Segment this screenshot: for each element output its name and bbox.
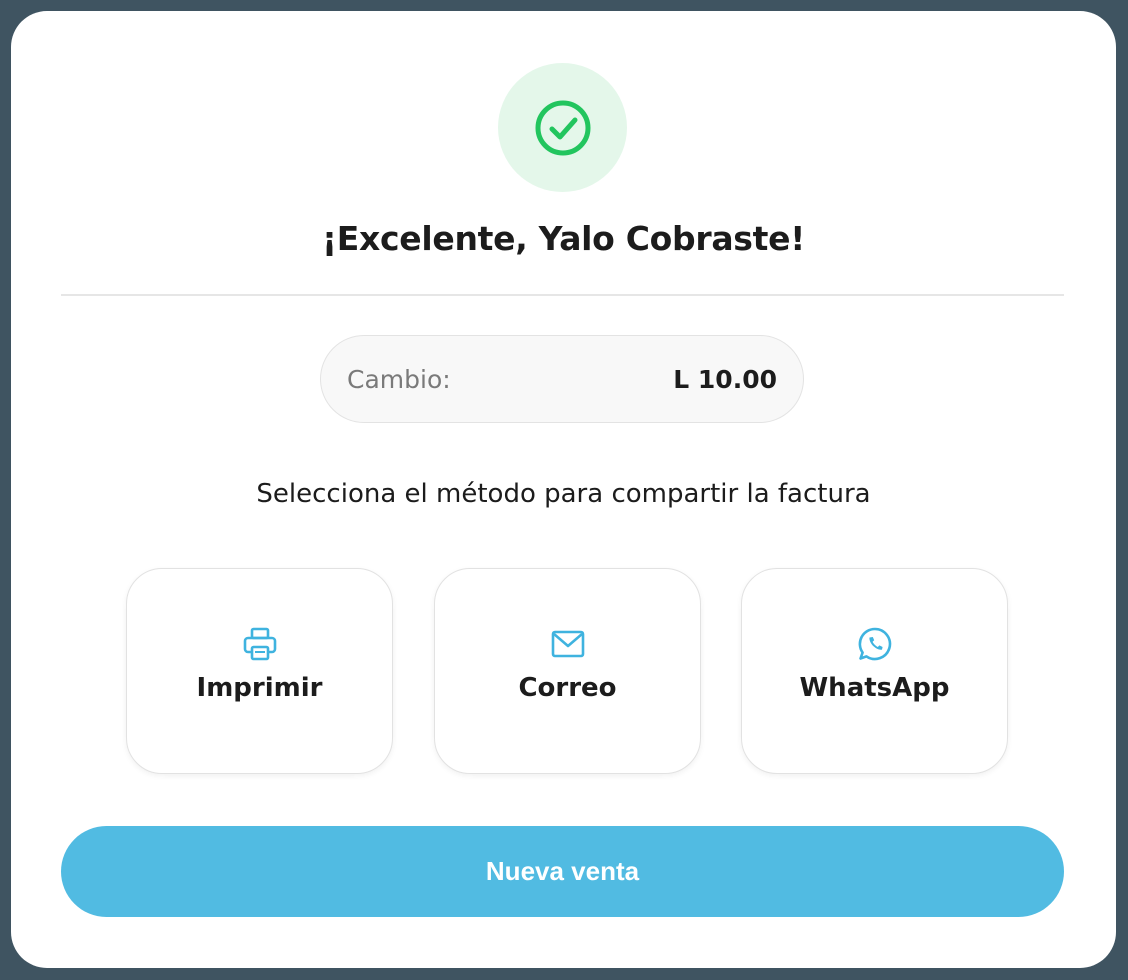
- success-dialog: ¡Excelente, Yalo Cobraste! Cambio: L 10.…: [11, 11, 1116, 968]
- whatsapp-icon: [856, 625, 894, 663]
- share-instruction: Selecciona el método para compartir la f…: [256, 479, 871, 509]
- mail-icon: [549, 625, 587, 663]
- email-option-button[interactable]: Correo: [434, 568, 701, 774]
- divider: [61, 294, 1064, 296]
- email-option-label: Correo: [518, 673, 617, 703]
- check-circle-icon: [535, 100, 590, 155]
- print-option-button[interactable]: Imprimir: [126, 568, 393, 774]
- dialog-title: ¡Excelente, Yalo Cobraste!: [322, 219, 805, 258]
- printer-icon: [241, 625, 279, 663]
- whatsapp-option-label: WhatsApp: [799, 673, 950, 703]
- change-amount: L 10.00: [673, 364, 777, 394]
- new-sale-button[interactable]: Nueva venta: [61, 826, 1064, 917]
- success-badge: [498, 63, 627, 192]
- print-option-label: Imprimir: [196, 673, 323, 703]
- whatsapp-option-button[interactable]: WhatsApp: [741, 568, 1008, 774]
- change-display: Cambio: L 10.00: [320, 335, 804, 423]
- change-label: Cambio:: [347, 364, 451, 394]
